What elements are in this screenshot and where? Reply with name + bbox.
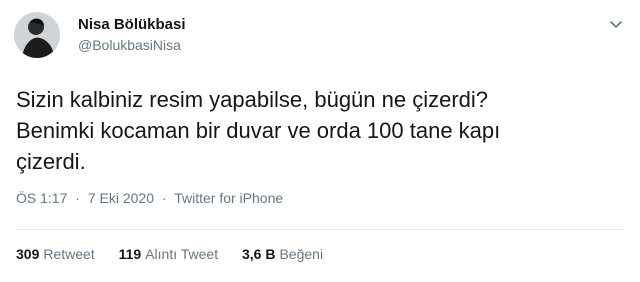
stat-number: 119 (118, 246, 142, 262)
meta-separator: · (75, 190, 80, 206)
tweet-stats: 309 Retweet 119 Alıntı Tweet 3,6 B Beğeni (16, 246, 343, 262)
retweet-count[interactable]: 309 Retweet (16, 246, 95, 262)
tweet-text-line: çizerdi. (16, 149, 86, 174)
avatar-photo (14, 12, 60, 58)
stat-label: Retweet (43, 246, 95, 262)
meta-separator: · (161, 190, 167, 206)
tweet-date[interactable]: 7 Eki 2020 (88, 190, 154, 206)
like-count[interactable]: 3,6 B Beğeni (242, 246, 323, 262)
avatar[interactable] (14, 12, 60, 58)
stat-number: 3,6 B (242, 246, 276, 262)
divider (16, 229, 624, 230)
tweet-meta: ÖS 1:17 · 7 Eki 2020 · Twitter for iPhon… (16, 190, 283, 206)
stat-number: 309 (16, 246, 40, 262)
stat-label: Beğeni (279, 246, 324, 262)
display-name[interactable]: Nisa Bölükbasi (78, 16, 186, 33)
tweet-source-link[interactable]: Twitter for iPhone (174, 190, 283, 206)
tweet-text-line: Sizin kalbiniz resim yapabilse, bügün ne… (16, 87, 489, 112)
username-handle[interactable]: @BolukbasiNisa (78, 37, 181, 53)
tweet-text-line: Benimki kocaman bir duvar ve orda 100 ta… (16, 118, 501, 143)
stat-label: Alıntı Tweet (145, 246, 219, 262)
tweet-text: Sizin kalbiniz resim yapabilse, bügün ne… (16, 84, 616, 177)
quote-tweet-count[interactable]: 119 Alıntı Tweet (119, 246, 219, 262)
chevron-down-icon[interactable] (606, 14, 626, 34)
tweet-time[interactable]: ÖS 1:17 (16, 190, 67, 206)
